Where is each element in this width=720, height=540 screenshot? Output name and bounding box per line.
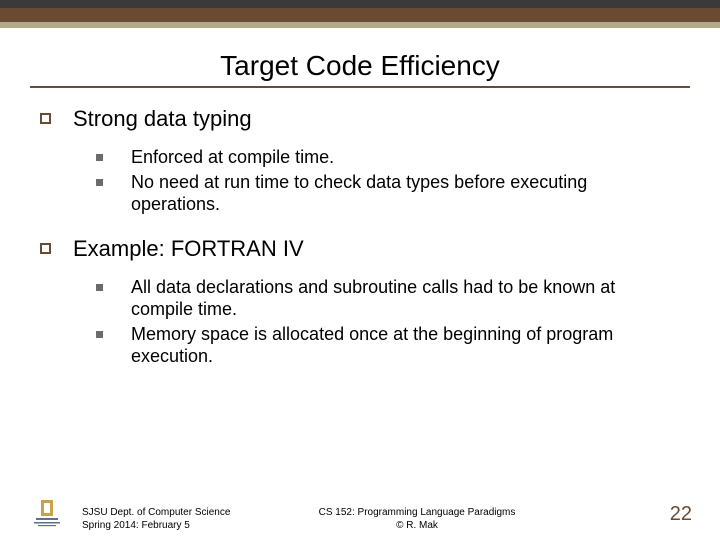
bullet-level2: No need at run time to check data types …	[96, 171, 680, 216]
bullet-level2: Memory space is allocated once at the be…	[96, 323, 680, 368]
bullet-level1: Strong data typing	[40, 106, 680, 132]
footer: SJSU Dept. of Computer Science Spring 20…	[0, 490, 720, 532]
slide-title: Target Code Efficiency	[0, 50, 720, 82]
section2-heading: Example: FORTRAN IV	[73, 236, 304, 262]
hollow-square-icon	[40, 243, 51, 254]
section1-heading: Strong data typing	[73, 106, 252, 132]
hollow-square-icon	[40, 113, 51, 124]
top-bar-tan	[0, 22, 720, 28]
footer-left-line1: SJSU Dept. of Computer Science	[82, 507, 262, 520]
section1-item: Enforced at compile time.	[131, 146, 334, 169]
filled-square-icon	[96, 154, 103, 161]
footer-mid-line2: © R. Mak	[302, 520, 532, 533]
top-bar-dark	[0, 0, 720, 8]
bullet-level2: All data declarations and subroutine cal…	[96, 276, 680, 321]
section2-item: All data declarations and subroutine cal…	[131, 276, 651, 321]
section1-item: No need at run time to check data types …	[131, 171, 651, 216]
footer-middle: CS 152: Programming Language Paradigms ©…	[302, 507, 532, 532]
slide-content: Strong data typing Enforced at compile t…	[0, 88, 720, 368]
footer-mid-line1: CS 152: Programming Language Paradigms	[302, 507, 532, 520]
filled-square-icon	[96, 284, 103, 291]
bullet-level2: Enforced at compile time.	[96, 146, 680, 169]
footer-left: SJSU Dept. of Computer Science Spring 20…	[82, 507, 262, 532]
filled-square-icon	[96, 331, 103, 338]
section2-item: Memory space is allocated once at the be…	[131, 323, 651, 368]
top-bar-brown	[0, 8, 720, 22]
top-bar	[0, 0, 720, 28]
bullet-level1: Example: FORTRAN IV	[40, 236, 680, 262]
page-number: 22	[670, 503, 692, 526]
sjsu-logo-icon	[30, 496, 64, 530]
filled-square-icon	[96, 179, 103, 186]
footer-left-line2: Spring 2014: February 5	[82, 520, 262, 533]
